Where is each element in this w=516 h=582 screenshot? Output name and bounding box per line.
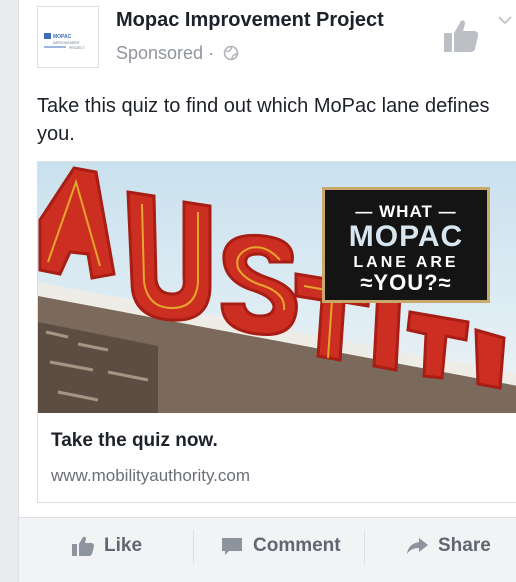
post-actions-bar: Like Comment Share [19,518,516,582]
share-label: Share [438,535,491,556]
attachment-title[interactable]: Take the quiz now. [51,430,218,452]
attachment-url: www.mobilityauthority.com [51,466,251,485]
sponsored-post-card: MOPAC IMPROVEMENT PROJECT Mopac Improvem… [18,0,516,582]
page-avatar-logo[interactable]: MOPAC IMPROVEMENT PROJECT [37,6,99,68]
sponsored-separator: · [208,43,215,63]
like-label: Like [104,535,143,556]
like-page-icon[interactable] [441,16,481,56]
promo-title-box: — WHAT — MOPAC LANE ARE ≈YOU?≈ [322,187,490,303]
sponsored-text: Sponsored [116,43,204,63]
sponsored-label: Sponsored · [116,43,239,64]
like-icon [72,536,94,556]
action-separator [364,530,365,564]
comment-label: Comment [253,535,341,556]
share-icon [407,538,428,554]
promo-what-text: — WHAT — [355,202,457,221]
globe-icon [223,45,239,61]
post-header: MOPAC IMPROVEMENT PROJECT Mopac Improvem… [19,0,516,78]
promo-you-text: ≈YOU?≈ [360,270,452,295]
logo-line-1: MOPAC [53,34,72,40]
share-button[interactable]: Share [405,518,491,574]
promo-mopac-text: MOPAC [348,220,464,253]
attachment-caption[interactable]: Take the quiz now. www.mobilityauthority… [38,413,516,502]
like-button[interactable]: Like [71,518,142,574]
comment-button[interactable]: Comment [220,518,341,574]
logo-line-2: IMPROVEMENT [53,41,81,45]
chevron-down-icon[interactable] [497,14,513,26]
post-body-text: Take this quiz to find out which MoPac l… [37,95,490,145]
action-separator [193,530,194,564]
austin-sign-image[interactable]: — WHAT — MOPAC LANE ARE ≈YOU?≈ [38,162,516,413]
page-name-link[interactable]: Mopac Improvement Project [116,9,384,32]
comment-icon [222,538,242,555]
logo-line-3: PROJECT [69,46,85,50]
link-attachment[interactable]: — WHAT — MOPAC LANE ARE ≈YOU?≈ Take the … [37,161,516,503]
